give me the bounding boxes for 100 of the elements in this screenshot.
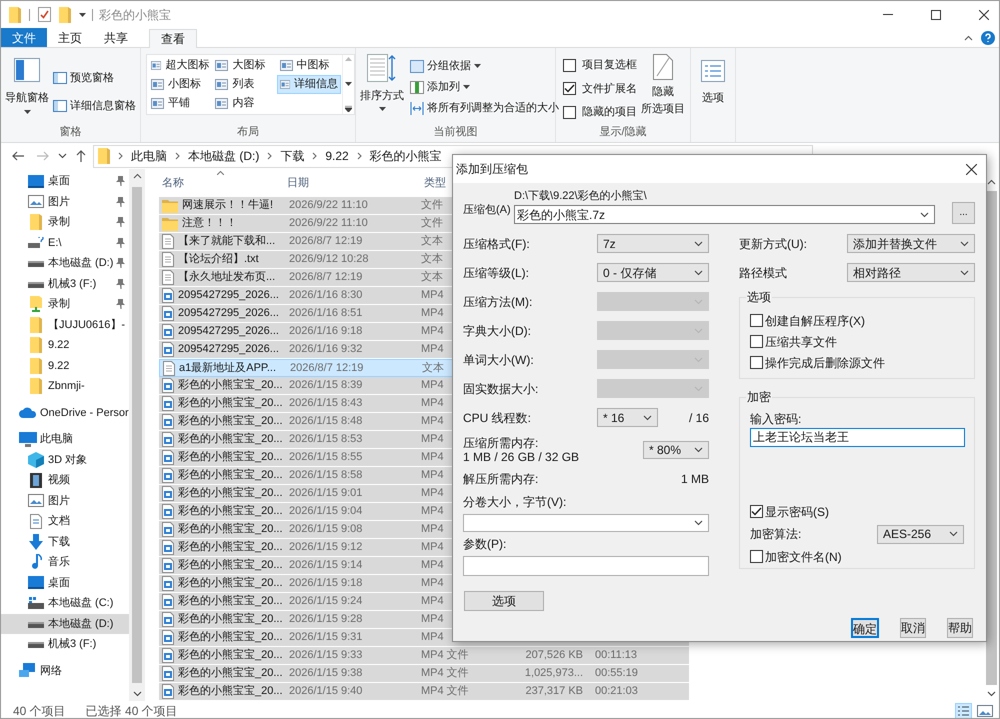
file-type: MP4: [421, 433, 444, 446]
file-name: a1最新地址及APP...: [179, 360, 276, 376]
group-label: 窗格: [58, 124, 82, 140]
file-duration: 00:55:19: [594, 666, 638, 682]
file-date: 2026/1/15 9:08: [288, 522, 364, 538]
file-size: 237,317 KB: [524, 684, 583, 700]
file-name: 2095427295_2026...: [178, 288, 279, 304]
file-name: 彩色的小熊宝宝_20...: [178, 522, 283, 538]
file-type: 文本: [422, 362, 444, 374]
file-name: 彩色的小熊宝宝_20...: [178, 414, 283, 430]
field-label: 输入密码:: [750, 411, 802, 428]
file-date: 2026/1/15 8:48: [288, 414, 364, 430]
thread-total: / 16: [688, 410, 709, 426]
file-date: 2026/1/15 8:39: [288, 378, 364, 394]
item-count: 40 个项目: [13, 702, 66, 718]
file-date: 2026/1/15 8:43: [288, 396, 364, 412]
file-date: 2026/1/15 8:55: [288, 450, 364, 466]
file-name: 注意！！！: [182, 216, 237, 232]
file-date: 2026/1/15 9:40: [288, 684, 364, 700]
file-type: MP4: [421, 595, 444, 608]
group-label: 显示/隐藏: [598, 124, 648, 140]
file-date: 2026/9/22 11:10: [288, 216, 369, 232]
file-name: 彩色的小熊宝宝_20...: [178, 684, 283, 700]
file-type: MP4: [421, 289, 444, 302]
file-date: 2026/1/15 8:53: [288, 432, 364, 448]
file-type: MP4: [421, 415, 444, 428]
file-date: 2026/1/15 9:14: [288, 558, 364, 574]
file-type: MP4: [421, 577, 444, 590]
file-date: 2026/1/15 9:33: [288, 648, 364, 664]
file-name: 彩色的小熊宝宝_20...: [178, 612, 283, 628]
file-date: 2026/9/22 11:10: [288, 198, 369, 214]
file-type: MP4: [421, 523, 444, 536]
file-type: 文件: [421, 217, 443, 230]
field-label: 字典大小(D):: [463, 322, 531, 340]
field-label: 压缩包(A): [463, 202, 512, 218]
file-type: 文本: [421, 253, 443, 266]
file-type: MP4: [421, 379, 444, 392]
group-title: 选项: [746, 290, 772, 304]
file-name: 彩色的小熊宝宝_20...: [178, 594, 283, 610]
file-date: 2026/8/7 12:19: [289, 360, 364, 376]
field-label: 路径模式: [739, 264, 787, 282]
file-type: 文件: [421, 199, 443, 212]
group-title: 加密: [746, 390, 772, 404]
file-date: 2026/1/15 9:38: [288, 666, 364, 682]
file-date: 2026/1/16 9:32: [288, 342, 364, 358]
file-type: MP4: [421, 451, 444, 464]
file-name: 彩色的小熊宝宝_20...: [178, 378, 283, 394]
file-date: 2026/1/15 9:12: [288, 540, 364, 556]
file-name: 彩色的小熊宝宝_20...: [178, 468, 283, 484]
field-label: 压缩格式(F):: [463, 236, 530, 252]
file-date: 2026/1/15 9:28: [288, 612, 364, 628]
file-duration: 00:11:13: [594, 648, 638, 664]
file-date: 2026/1/15 9:18: [288, 576, 364, 592]
file-size: 207,526 KB: [524, 648, 583, 664]
file-name: 网速展示！！牛逼!: [182, 198, 274, 214]
file-date: 2026/9/12 10:28: [288, 252, 370, 268]
file-type: MP4 文件: [421, 649, 469, 662]
file-size: 1,025,973...: [524, 666, 583, 682]
file-date: 2026/1/15 9:31: [288, 630, 364, 646]
file-name: 彩色的小熊宝宝_20...: [178, 396, 283, 412]
file-type: MP4: [421, 487, 444, 500]
file-date: 2026/1/15 8:58: [288, 468, 364, 484]
window-title: 彩色的小熊宝: [99, 6, 171, 24]
file-date: 2026/8/7 12:19: [288, 234, 364, 250]
file-type: MP4: [421, 631, 444, 644]
file-date: 2026/1/15 9:04: [288, 504, 364, 520]
file-name: 彩色的小熊宝宝_20...: [178, 648, 283, 664]
file-name: 【论坛介绍】.txt: [178, 252, 259, 268]
file-name: 彩色的小熊宝宝_20...: [178, 576, 283, 592]
file-type: MP4: [421, 397, 444, 410]
file-name: 彩色的小熊宝宝_20...: [178, 666, 283, 682]
file-type: MP4: [421, 505, 444, 518]
file-name: 【永久地址发布页...: [178, 270, 276, 286]
file-type: MP4 文件: [421, 667, 469, 680]
file-name: 2095427295_2026...: [178, 306, 279, 322]
file-type: MP4: [421, 541, 444, 554]
file-type: MP4: [421, 307, 444, 320]
file-name: 彩色的小熊宝宝_20...: [178, 630, 283, 646]
selection-count: 已选择 40 个项目: [86, 702, 178, 718]
file-date: 2026/1/16 9:18: [288, 324, 364, 340]
file-type: MP4: [421, 343, 444, 356]
file-type: MP4 文件: [421, 685, 469, 698]
file-name: 【来了就能下载和...: [178, 234, 276, 250]
file-name: 彩色的小熊宝宝_20...: [178, 540, 283, 556]
dialog-title: 添加到压缩包: [456, 161, 528, 178]
file-duration: 00:21:03: [594, 684, 638, 700]
file-date: 2026/8/7 12:19: [288, 270, 364, 286]
file-name: 2095427295_2026...: [178, 342, 279, 358]
field-label: 更新方式(U):: [739, 236, 807, 252]
file-type: MP4: [421, 613, 444, 626]
memory-usage: 1 MB / 26 GB / 32 GB: [463, 450, 580, 464]
field-label: 加密算法:: [750, 526, 802, 543]
group-label: 当前视图: [432, 125, 478, 140]
field-label: 压缩所需内存:: [463, 436, 540, 450]
file-type: 文本: [421, 235, 443, 248]
file-name: 彩色的小熊宝宝_20...: [178, 486, 283, 502]
file-date: 2026/1/16 8:51: [288, 306, 364, 322]
file-name: 彩色的小熊宝宝_20...: [178, 432, 283, 448]
file-date: 2026/1/15 9:24: [288, 594, 364, 610]
group-label: 布局: [236, 125, 260, 140]
